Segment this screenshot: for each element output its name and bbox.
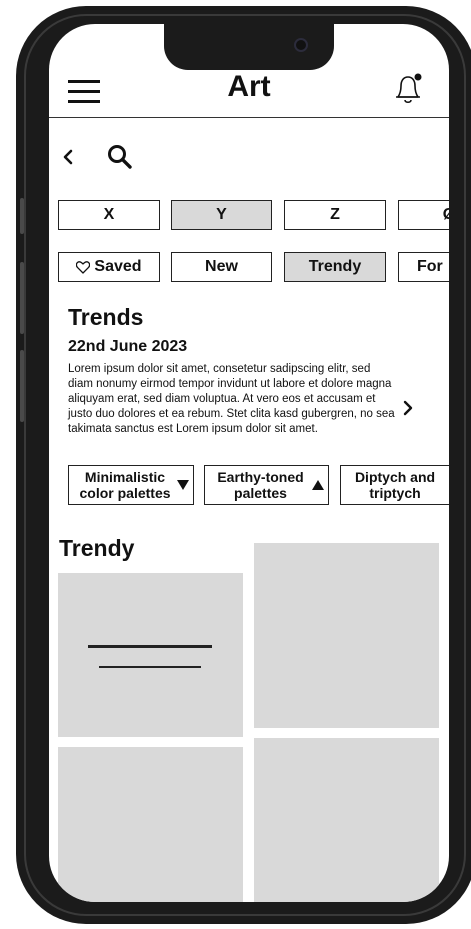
filter-tab-saved[interactable]: Saved xyxy=(58,252,160,282)
volume-up-button xyxy=(20,262,24,334)
notch xyxy=(164,24,334,70)
heart-icon xyxy=(76,260,91,274)
triangle-down-icon xyxy=(177,480,189,490)
tag-earthy[interactable]: Earthy-toned palettes xyxy=(204,465,329,505)
trendy-card[interactable] xyxy=(254,543,439,728)
letter-tab-y[interactable]: Y xyxy=(171,200,272,230)
trends-heading: Trends xyxy=(68,304,144,330)
page-title: Art xyxy=(227,70,271,103)
trendy-card[interactable] xyxy=(58,747,243,902)
trendy-card[interactable] xyxy=(58,573,243,737)
trendy-card[interactable] xyxy=(254,738,439,902)
next-chevron-icon[interactable] xyxy=(401,399,415,417)
letter-tab-x[interactable]: X xyxy=(58,200,160,230)
volume-down-button xyxy=(20,350,24,422)
trends-body: Lorem ipsum dolor sit amet, consetetur s… xyxy=(68,363,395,435)
trends-date: 22nd June 2023 xyxy=(68,338,188,355)
trendy-heading: Trendy xyxy=(59,535,135,561)
triangle-up-icon xyxy=(312,480,324,490)
text-line-placeholder xyxy=(88,645,212,648)
filter-tab-new[interactable]: New xyxy=(171,252,272,282)
phone-screen: Art X Y Z Ø Saved New Trendy For Trends … xyxy=(49,24,449,902)
camera-icon xyxy=(294,38,308,52)
filter-tab-for[interactable]: For xyxy=(398,252,449,282)
filter-tab-saved-label: Saved xyxy=(94,258,142,275)
tag-minimalistic[interactable]: Minimalistic color palettes xyxy=(68,465,194,505)
letter-tab-z[interactable]: Z xyxy=(284,200,386,230)
search-icon[interactable] xyxy=(107,144,133,170)
back-chevron-icon[interactable] xyxy=(61,148,75,166)
tag-minimalistic-label: Minimalistic color palettes xyxy=(79,469,171,501)
tag-earthy-label: Earthy-toned palettes xyxy=(217,469,304,501)
tag-diptych-label: Diptych and triptych xyxy=(354,469,436,501)
filter-tab-trendy[interactable]: Trendy xyxy=(284,252,386,282)
text-line-placeholder xyxy=(99,666,201,668)
notification-bell-icon[interactable] xyxy=(392,70,424,106)
letter-tab-o[interactable]: Ø xyxy=(398,200,449,230)
header-divider xyxy=(49,117,449,118)
mute-switch xyxy=(20,198,24,234)
tag-diptych[interactable]: Diptych and triptych xyxy=(340,465,449,505)
